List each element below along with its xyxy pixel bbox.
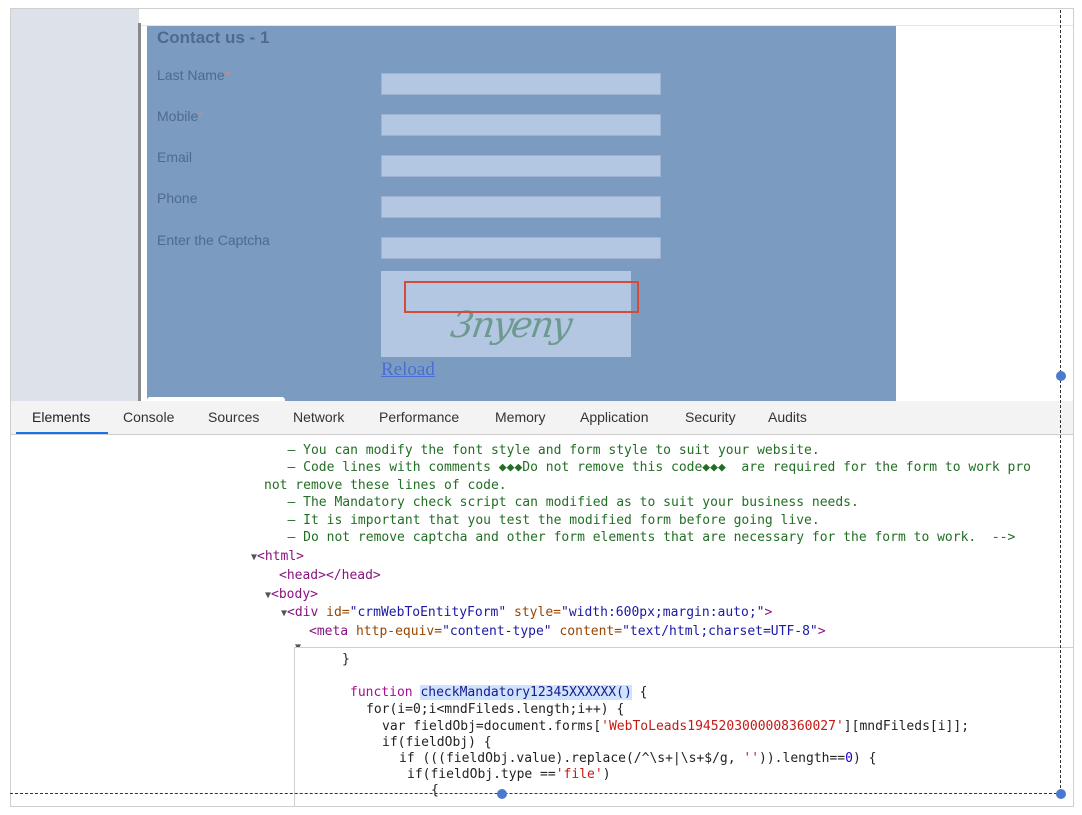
reload-link[interactable]: Reload xyxy=(381,359,435,381)
id-value: "crmWebToEntityForm" xyxy=(349,605,507,620)
mobile-label-text: Mobile xyxy=(157,108,199,124)
tab-network[interactable]: Network xyxy=(293,409,344,425)
tab-application[interactable]: Application xyxy=(580,409,649,425)
code-line: { xyxy=(431,783,439,798)
code-string: 'file' xyxy=(555,767,603,782)
id-attr: id= xyxy=(326,605,350,620)
code-line: for(i=0;i<mndFileds.length;i++) { xyxy=(366,702,625,717)
code-line: if (((fieldObj.value).replace(/^\s+|\s+$… xyxy=(399,750,876,767)
code-text: if(fieldObj.type == xyxy=(407,767,556,782)
browser-window: Contact us - 1 Last Name* Mobile* Email … xyxy=(10,8,1074,807)
email-input[interactable] xyxy=(381,155,661,177)
selection-guide-horizontal xyxy=(10,793,1062,794)
code-line: var fieldObj=document.forms['WebToLeads1… xyxy=(382,718,969,735)
body-node[interactable]: ▼<body> xyxy=(265,586,318,603)
code-string: '' xyxy=(743,751,760,766)
selection-guide-vertical xyxy=(1060,10,1061,793)
phone-label-text: Phone xyxy=(157,190,198,206)
captcha-label: Enter the Captcha xyxy=(157,232,270,248)
left-gutter xyxy=(11,9,139,401)
content-attr: content= xyxy=(551,624,623,639)
meta-node[interactable]: <meta http-equiv="content-type" content=… xyxy=(309,623,826,640)
code-string: 'WebToLeads1945203000008360027' xyxy=(601,719,844,734)
dom-tree: – You can modify the font style and form… xyxy=(11,435,1073,806)
email-label-text: Email xyxy=(157,149,193,165)
mobile-label: Mobile* xyxy=(157,108,204,124)
required-asterisk: * xyxy=(198,108,204,124)
tab-console[interactable]: Console xyxy=(123,409,174,425)
page-divider xyxy=(138,23,141,401)
tab-memory[interactable]: Memory xyxy=(495,409,546,425)
head-node[interactable]: <head></head> xyxy=(279,567,381,584)
div-node[interactable]: ▼<div id="crmWebToEntityForm" style="wid… xyxy=(281,604,772,621)
comment-line: not remove these lines of code. xyxy=(264,478,507,493)
html-node[interactable]: ▼<html> xyxy=(251,548,304,565)
active-tab-indicator xyxy=(16,432,108,434)
code-text: if (((fieldObj.value).replace(/^\s+|\s+$… xyxy=(399,751,744,766)
html-tag: <html> xyxy=(257,549,304,564)
last-name-label-text: Last Name xyxy=(157,67,225,83)
devtools-panel: Elements Console Sources Network Perform… xyxy=(11,401,1073,806)
body-tag: <body> xyxy=(271,587,318,602)
code-text: { xyxy=(631,685,648,700)
style-attr: style= xyxy=(506,605,561,620)
code-text: ) { xyxy=(852,751,877,766)
http-equiv-value: "content-type" xyxy=(442,624,552,639)
head-tag: <head></head> xyxy=(279,568,381,583)
last-name-input[interactable] xyxy=(381,73,661,95)
comment-line: – The Mandatory check script can modifie… xyxy=(264,495,859,510)
devtools-tabbar: Elements Console Sources Network Perform… xyxy=(11,401,1073,435)
last-name-label: Last Name* xyxy=(157,67,230,83)
captcha-input[interactable] xyxy=(381,237,661,259)
style-value: "width:600px;margin:auto;" xyxy=(561,605,765,620)
code-text: var fieldObj=document.forms[ xyxy=(382,719,602,734)
annotation-highlight-box xyxy=(404,281,639,313)
div-tag: <div xyxy=(287,605,327,620)
tab-elements[interactable]: Elements xyxy=(32,409,90,425)
page-top-strip xyxy=(141,9,1073,26)
form-title: Contact us - 1 xyxy=(157,28,270,47)
tab-sources[interactable]: Sources xyxy=(208,409,259,425)
tab-performance[interactable]: Performance xyxy=(379,409,459,425)
code-text: )).length== xyxy=(759,751,846,766)
phone-label: Phone xyxy=(157,190,197,206)
keyword: function xyxy=(350,685,421,700)
resize-handle-bottom[interactable] xyxy=(497,789,507,799)
http-equiv-attr: http-equiv= xyxy=(355,624,443,639)
captcha-label-text: Enter the Captcha xyxy=(157,232,270,248)
function-line: function checkMandatory12345XXXXXX() { xyxy=(350,684,647,701)
function-name-highlight: checkMandatory12345XXXXXX() xyxy=(420,685,632,700)
required-asterisk: * xyxy=(224,67,231,83)
content-value: "text/html;charset=UTF-8" xyxy=(622,624,818,639)
code-text: ) xyxy=(602,767,611,782)
script-source-panel: } function checkMandatory12345XXXXXX() {… xyxy=(294,647,1073,806)
tag-close: > xyxy=(764,605,773,620)
code-text: ][mndFileds[i]]; xyxy=(843,719,970,734)
tab-audits[interactable]: Audits xyxy=(768,409,807,425)
code-line: if(fieldObj) { xyxy=(382,735,492,750)
resize-handle-right[interactable] xyxy=(1056,371,1066,381)
resize-handle-corner[interactable] xyxy=(1056,789,1066,799)
mobile-input[interactable] xyxy=(381,114,661,136)
comment-line: – You can modify the font style and form… xyxy=(264,443,820,458)
tab-security[interactable]: Security xyxy=(685,409,736,425)
comment-line: – Code lines with comments ◆◆◆Do not rem… xyxy=(264,460,1032,475)
code-line: } xyxy=(342,652,350,667)
meta-tag: <meta xyxy=(309,624,356,639)
phone-input[interactable] xyxy=(381,196,661,218)
comment-line: – It is important that you test the modi… xyxy=(264,513,820,528)
comment-line: – Do not remove captcha and other form e… xyxy=(264,530,1016,545)
code-number: 0 xyxy=(845,751,853,766)
contact-form: Contact us - 1 Last Name* Mobile* Email … xyxy=(147,26,896,401)
tag-close: > xyxy=(817,624,826,639)
email-label: Email xyxy=(157,149,192,165)
code-line: if(fieldObj.type =='file') xyxy=(407,766,611,783)
